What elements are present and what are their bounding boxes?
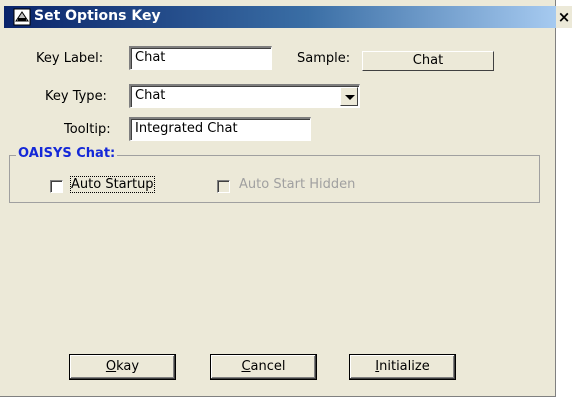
title-bar[interactable]: Set Options Key bbox=[4, 6, 556, 28]
key-label-label: Key Label: bbox=[36, 51, 104, 66]
key-type-value: Chat bbox=[135, 88, 166, 103]
okay-button-label: Okay bbox=[105, 359, 140, 374]
keyboard-icon bbox=[13, 8, 31, 26]
sample-button[interactable]: Chat bbox=[362, 51, 494, 71]
auto-startup-checkbox[interactable] bbox=[50, 180, 63, 193]
cancel-button-label: Cancel bbox=[241, 359, 286, 374]
key-type-dropdown[interactable]: Chat bbox=[129, 84, 360, 108]
key-label-input[interactable]: Chat bbox=[129, 46, 272, 70]
window-title: Set Options Key bbox=[34, 8, 161, 24]
cancel-button[interactable]: Cancel bbox=[210, 354, 317, 380]
tooltip-input[interactable]: Integrated Chat bbox=[129, 117, 311, 141]
okay-button[interactable]: Okay bbox=[69, 354, 176, 380]
sample-label: Sample: bbox=[297, 51, 351, 66]
auto-start-hidden-checkbox bbox=[217, 180, 230, 193]
close-icon[interactable]: × bbox=[556, 6, 572, 28]
oaisys-chat-group-title: OAISYS Chat: bbox=[16, 146, 118, 161]
key-type-label: Key Type: bbox=[45, 89, 107, 104]
auto-start-hidden-label: Auto Start Hidden bbox=[239, 177, 356, 192]
initialize-button[interactable]: Initialize bbox=[349, 354, 456, 380]
chevron-down-icon[interactable] bbox=[340, 87, 358, 106]
initialize-button-label: Initialize bbox=[375, 359, 430, 374]
auto-startup-label[interactable]: Auto Startup bbox=[70, 176, 155, 193]
tooltip-label: Tooltip: bbox=[64, 122, 111, 137]
